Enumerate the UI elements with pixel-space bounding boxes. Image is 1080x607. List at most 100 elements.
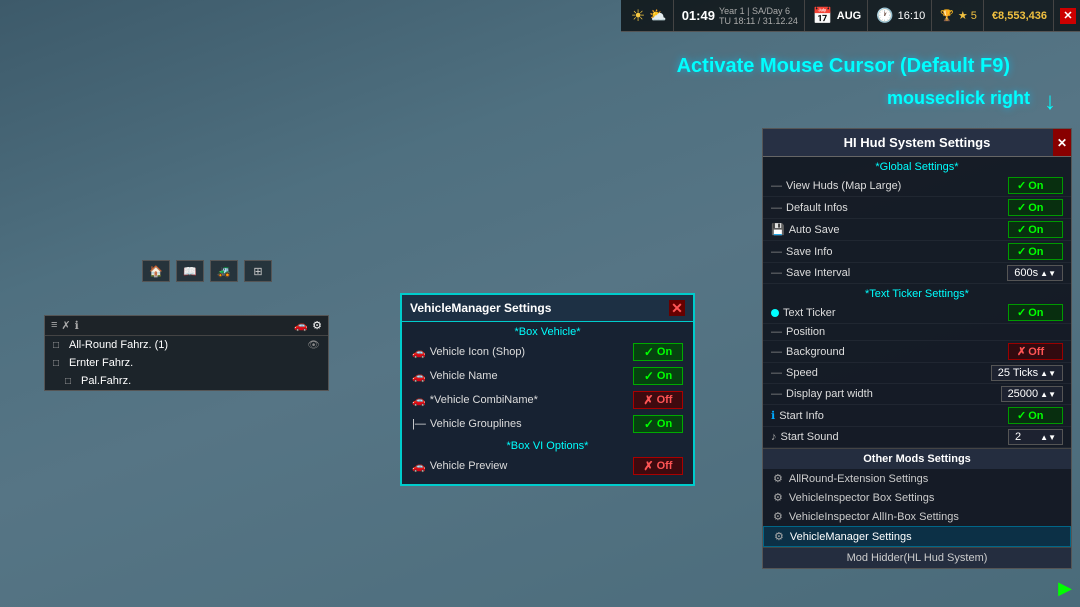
icon-grid[interactable]: ⊞ bbox=[244, 260, 272, 282]
hud-clock: 🕐 16:10 bbox=[870, 0, 932, 31]
hud-value-display-width[interactable]: 25000 ▲▼ bbox=[1001, 386, 1063, 402]
hud-label-save-interval: — Save Interval bbox=[771, 267, 1003, 279]
hud-label-view-huds: — View Huds (Map Large) bbox=[771, 180, 1004, 192]
gear-icon-vm: ⚙ bbox=[774, 530, 784, 543]
vm-setting-vehicle-preview: 🚗 Vehicle Preview ✗ Off bbox=[402, 454, 693, 478]
dash-icon-5: — bbox=[771, 326, 782, 338]
vehicle-section-box-vi: *Box VI Options* bbox=[402, 436, 693, 454]
vehicle-manager-close[interactable]: ✕ bbox=[669, 300, 685, 316]
hud-close-button[interactable]: ✕ bbox=[1060, 8, 1076, 24]
vm-label-vehicle-name: 🚗 Vehicle Name bbox=[412, 370, 627, 383]
cloud-icon: ⛅ bbox=[649, 7, 666, 24]
start-sound-stepper[interactable]: ▲▼ bbox=[1040, 433, 1056, 442]
vehicle-item-ernter[interactable]: □ Ernter Fahrz. bbox=[45, 354, 328, 372]
hud-label-save-info: — Save Info bbox=[771, 246, 1004, 258]
vm-toggle-vehicle-icon[interactable]: ✓ On bbox=[633, 343, 683, 361]
hud-row-view-huds: — View Huds (Map Large) ✓ On bbox=[763, 175, 1071, 197]
vm-toggle-vehicle-preview[interactable]: ✗ Off bbox=[633, 457, 683, 475]
hud-label-speed: — Speed bbox=[771, 367, 987, 379]
mouseclick-text: mouseclick right bbox=[887, 88, 1030, 109]
dash-icon-4: — bbox=[771, 267, 782, 279]
hud-toggle-default-infos[interactable]: ✓ On bbox=[1008, 199, 1063, 216]
hud-settings-close[interactable]: ✕ bbox=[1053, 129, 1071, 156]
vehicle-checkbox-ernter: □ bbox=[53, 358, 65, 369]
vm-icon-car3: 🚗 bbox=[412, 394, 426, 407]
display-width-stepper[interactable]: ▲▼ bbox=[1040, 390, 1056, 399]
save-interval-stepper[interactable]: ▲▼ bbox=[1040, 269, 1056, 278]
mod-item-vehicle-manager[interactable]: ⚙ VehicleManager Settings bbox=[763, 526, 1071, 547]
mod-item-vehicle-inspector-allin[interactable]: ⚙ VehicleInspector AllIn-Box Settings bbox=[763, 507, 1071, 526]
dash-icon-1: — bbox=[771, 180, 782, 192]
vehicle-checkbox-pal: □ bbox=[65, 376, 77, 387]
vehicle-section-box-vehicle: *Box Vehicle* bbox=[402, 322, 693, 340]
vehicle-list-header-icons: ≡ ✗ ℹ bbox=[51, 319, 79, 332]
hud-label-display-width: — Display part width bbox=[771, 388, 997, 400]
list-icon-settings: ⚙ bbox=[312, 319, 322, 332]
vehicle-list-header: ≡ ✗ ℹ 🚗 ⚙ bbox=[45, 316, 328, 336]
hud-row-start-info: ℹ Start Info ✓ On bbox=[763, 405, 1071, 427]
hud-weather: ☀ ⛅ bbox=[625, 0, 674, 31]
hud-settings-panel: HI Hud System Settings ✕ *Global Setting… bbox=[762, 128, 1072, 569]
hud-value-speed[interactable]: 25 Ticks ▲▼ bbox=[991, 365, 1063, 381]
hud-money: €8,553,436 bbox=[986, 0, 1054, 31]
icon-book[interactable]: 📖 bbox=[176, 260, 204, 282]
vehicle-eye-allround[interactable]: 👁 bbox=[307, 340, 320, 351]
vm-setting-vehicle-icon: 🚗 Vehicle Icon (Shop) ✓ On bbox=[402, 340, 693, 364]
hud-row-start-sound: ♪ Start Sound 2 ▲▼ bbox=[763, 427, 1071, 448]
hud-time: 01:49 bbox=[682, 8, 715, 23]
vm-icon-lines: |— bbox=[412, 418, 426, 430]
hud-stars: 🏆 ★ 5 bbox=[934, 0, 984, 31]
mod-item-allround[interactable]: ⚙ AllRound-Extension Settings bbox=[763, 469, 1071, 488]
icon-house[interactable]: 🏠 bbox=[142, 260, 170, 282]
hud-stars-value: ★ 5 bbox=[958, 9, 977, 22]
vehicle-item-allround[interactable]: □ All-Round Fahrz. (1) 👁 bbox=[45, 336, 328, 354]
speed-stepper[interactable]: ▲▼ bbox=[1040, 369, 1056, 378]
hud-toggle-view-huds[interactable]: ✓ On bbox=[1008, 177, 1063, 194]
vehicle-checkbox-allround: □ bbox=[53, 340, 65, 351]
other-mods-header: Other Mods Settings bbox=[763, 448, 1071, 469]
hud-day-date: TU 18:11 / 31.12.24 bbox=[719, 16, 798, 26]
dash-icon-2: — bbox=[771, 202, 782, 214]
hud-toggle-auto-save[interactable]: ✓ On bbox=[1008, 221, 1063, 238]
hud-label-position: — Position bbox=[771, 326, 1063, 338]
vm-icon-car-preview: 🚗 bbox=[412, 460, 426, 473]
vm-label-vehicle-combiname: 🚗 *Vehicle CombiName* bbox=[412, 394, 627, 407]
floppy-icon: 💾 bbox=[771, 223, 785, 236]
hud-value-save-interval[interactable]: 600s ▲▼ bbox=[1007, 265, 1063, 281]
vehicle-manager-header: VehicleManager Settings ✕ bbox=[402, 295, 693, 322]
vm-label-vehicle-icon: 🚗 Vehicle Icon (Shop) bbox=[412, 346, 627, 359]
list-icon-info: ℹ bbox=[75, 319, 79, 332]
hud-row-position: — Position bbox=[763, 324, 1071, 341]
hud-row-display-width: — Display part width 25000 ▲▼ bbox=[763, 384, 1071, 405]
icon-tractor[interactable]: 🚜 bbox=[210, 260, 238, 282]
vm-toggle-vehicle-grouplines[interactable]: ✓ On bbox=[633, 415, 683, 433]
vehicle-list-panel: ≡ ✗ ℹ 🚗 ⚙ □ All-Round Fahrz. (1) 👁 □ Ern… bbox=[44, 315, 329, 391]
hud-text-ticker-section: *Text Ticker Settings* bbox=[763, 284, 1071, 302]
hud-global-section: *Global Settings* bbox=[763, 157, 1071, 175]
hud-row-auto-save: 💾 Auto Save ✓ On bbox=[763, 219, 1071, 241]
hud-time-section: 01:49 Year 1 | SA/Day 6 TU 18:11 / 31.12… bbox=[676, 0, 805, 31]
vm-setting-vehicle-grouplines: |— Vehicle Grouplines ✓ On bbox=[402, 412, 693, 436]
cursor-arrow-icon: ↓ bbox=[1044, 88, 1056, 116]
hud-label-auto-save: 💾 Auto Save bbox=[771, 223, 1004, 236]
hud-value-start-sound[interactable]: 2 ▲▼ bbox=[1008, 429, 1063, 445]
list-icon-lines: ≡ bbox=[51, 319, 57, 332]
vm-setting-vehicle-combiname: 🚗 *Vehicle CombiName* ✗ Off bbox=[402, 388, 693, 412]
vehicle-item-pal[interactable]: □ Pal.Fahrz. bbox=[45, 372, 328, 390]
hud-label-text-ticker: Text Ticker bbox=[771, 307, 1004, 319]
note-icon: ♪ bbox=[771, 431, 777, 443]
vehicle-manager-panel: VehicleManager Settings ✕ *Box Vehicle* … bbox=[400, 293, 695, 486]
gear-icon-vi-box: ⚙ bbox=[773, 491, 783, 504]
vm-toggle-vehicle-name[interactable]: ✓ On bbox=[633, 367, 683, 385]
vehicle-manager-title: VehicleManager Settings bbox=[410, 301, 551, 315]
hud-toggle-background[interactable]: ✗ Off bbox=[1008, 343, 1063, 360]
hud-settings-title: HI Hud System Settings bbox=[844, 135, 991, 150]
hud-toggle-start-info[interactable]: ✓ On bbox=[1008, 407, 1063, 424]
dash-icon-6: — bbox=[771, 346, 782, 358]
vm-toggle-vehicle-combiname[interactable]: ✗ Off bbox=[633, 391, 683, 409]
cyan-dot-ticker bbox=[771, 309, 779, 317]
hud-toggle-save-info[interactable]: ✓ On bbox=[1008, 243, 1063, 260]
hud-toggle-text-ticker[interactable]: ✓ On bbox=[1008, 304, 1063, 321]
mod-item-vehicle-inspector-box[interactable]: ⚙ VehicleInspector Box Settings bbox=[763, 488, 1071, 507]
vehicle-label-ernter: Ernter Fahrz. bbox=[69, 357, 133, 369]
